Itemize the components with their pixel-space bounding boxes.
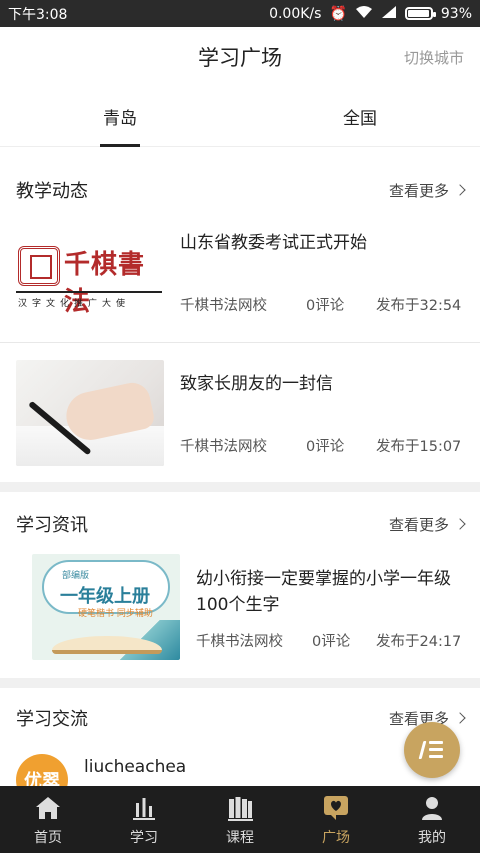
bottom-nav: 首页 学习 课程 广场 我的 xyxy=(0,786,480,853)
nav-label: 广场 xyxy=(322,830,350,846)
wifi-icon xyxy=(355,5,373,23)
page-title: 学习广场 xyxy=(198,46,282,70)
username[interactable]: liucheachea xyxy=(84,757,186,777)
cover-subtitle: 硬笔楷书 同步辅助 xyxy=(78,609,153,619)
teaching-section-header: 教学动态 查看更多 xyxy=(0,170,480,210)
tab-national[interactable]: 全国 xyxy=(240,87,480,146)
news-meta: 千棋书法网校 0评论 发布于32:54 xyxy=(180,294,464,315)
news-comments: 0评论 xyxy=(306,298,345,314)
chevron-right-icon xyxy=(454,712,466,724)
books-icon xyxy=(228,797,253,821)
section-gap xyxy=(0,482,480,492)
news-meta: 千棋书法网校 0评论 发布于24:17 xyxy=(196,630,466,651)
news-comments: 0评论 xyxy=(306,439,345,455)
info-section-header: 学习资讯 查看更多 xyxy=(0,504,480,544)
switch-city-button[interactable]: 切换城市 xyxy=(404,47,464,68)
view-more-button[interactable]: 查看更多 xyxy=(388,514,466,535)
tab-qingdao[interactable]: 青岛 xyxy=(0,87,240,147)
logo-divider xyxy=(16,291,162,293)
nav-study[interactable]: 学习 xyxy=(96,786,192,853)
section-gap xyxy=(0,678,480,688)
section-title: 学习资讯 xyxy=(16,515,88,536)
app-header: 学习广场 切换城市 xyxy=(0,27,480,87)
nav-label: 首页 xyxy=(34,830,62,846)
section-title: 学习交流 xyxy=(16,709,88,730)
chart-icon xyxy=(133,798,155,820)
nav-mine[interactable]: 我的 xyxy=(384,786,480,853)
nav-square[interactable]: 广场 xyxy=(288,786,384,853)
news-time: 发布于24:17 xyxy=(376,634,462,650)
nav-home[interactable]: 首页 xyxy=(0,786,96,853)
chevron-right-icon xyxy=(454,184,466,196)
news-title: 幼小衔接一定要掌握的小学一年级100个生字 xyxy=(196,569,451,615)
view-more-button[interactable]: 查看更多 xyxy=(388,180,466,201)
compose-fab-button[interactable] xyxy=(404,722,460,778)
home-icon xyxy=(36,797,60,819)
view-more-label: 查看更多 xyxy=(388,515,449,534)
news-time: 发布于32:54 xyxy=(376,298,462,314)
exchange-section-header: 学习交流 查看更多 xyxy=(0,698,480,738)
news-item[interactable]: 部编版 一年级上册 硬笔楷书 同步辅助 幼小衔接一定要掌握的小学一年级100个生… xyxy=(0,546,480,676)
status-right: 0.00K/s ⏰ 93% xyxy=(269,5,472,23)
seal-logo-icon xyxy=(18,246,60,286)
news-comments: 0评论 xyxy=(312,634,351,650)
signal-icon xyxy=(381,5,397,23)
list-edit-icon xyxy=(418,741,443,759)
news-thumbnail xyxy=(16,360,164,466)
news-item[interactable]: 千棋書法 汉字文化推广大使 山东省教委考试正式开始 千棋书法网校 0评论 发布于… xyxy=(0,220,480,342)
chevron-right-icon xyxy=(454,518,466,530)
net-speed: 0.00K/s xyxy=(269,5,322,22)
news-source: 千棋书法网校 xyxy=(180,298,267,314)
cover-tag: 部编版 xyxy=(62,571,90,581)
alarm-icon: ⏰ xyxy=(329,5,347,22)
news-title: 致家长朋友的一封信 xyxy=(180,374,333,394)
nav-label: 我的 xyxy=(418,830,446,846)
news-item[interactable]: 致家长朋友的一封信 千棋书法网校 0评论 发布于15:07 xyxy=(0,343,480,481)
region-tabs: 青岛 全国 xyxy=(0,87,480,147)
news-title: 山东省教委考试正式开始 xyxy=(180,233,367,253)
news-thumbnail: 部编版 一年级上册 硬笔楷书 同步辅助 xyxy=(32,554,180,660)
nav-label: 学习 xyxy=(130,830,158,846)
square-chat-icon xyxy=(324,796,348,820)
news-source: 千棋书法网校 xyxy=(196,634,283,650)
section-title: 教学动态 xyxy=(16,181,88,202)
status-bar: 下午3:08 0.00K/s ⏰ 93% xyxy=(0,0,480,27)
news-time: 发布于15:07 xyxy=(376,439,462,455)
user-icon xyxy=(422,797,442,820)
battery-icon xyxy=(404,7,436,20)
cover-title: 一年级上册 xyxy=(60,586,150,607)
news-meta: 千棋书法网校 0评论 发布于15:07 xyxy=(180,435,464,456)
news-thumbnail: 千棋書法 汉字文化推广大使 xyxy=(16,234,164,320)
view-more-label: 查看更多 xyxy=(388,181,449,200)
nav-courses[interactable]: 课程 xyxy=(192,786,288,853)
nav-label: 课程 xyxy=(226,830,254,846)
brand-slogan: 汉字文化推广大使 xyxy=(18,299,131,309)
battery-level: 93% xyxy=(440,5,472,22)
status-time: 下午3:08 xyxy=(8,6,68,23)
news-source: 千棋书法网校 xyxy=(180,439,267,455)
